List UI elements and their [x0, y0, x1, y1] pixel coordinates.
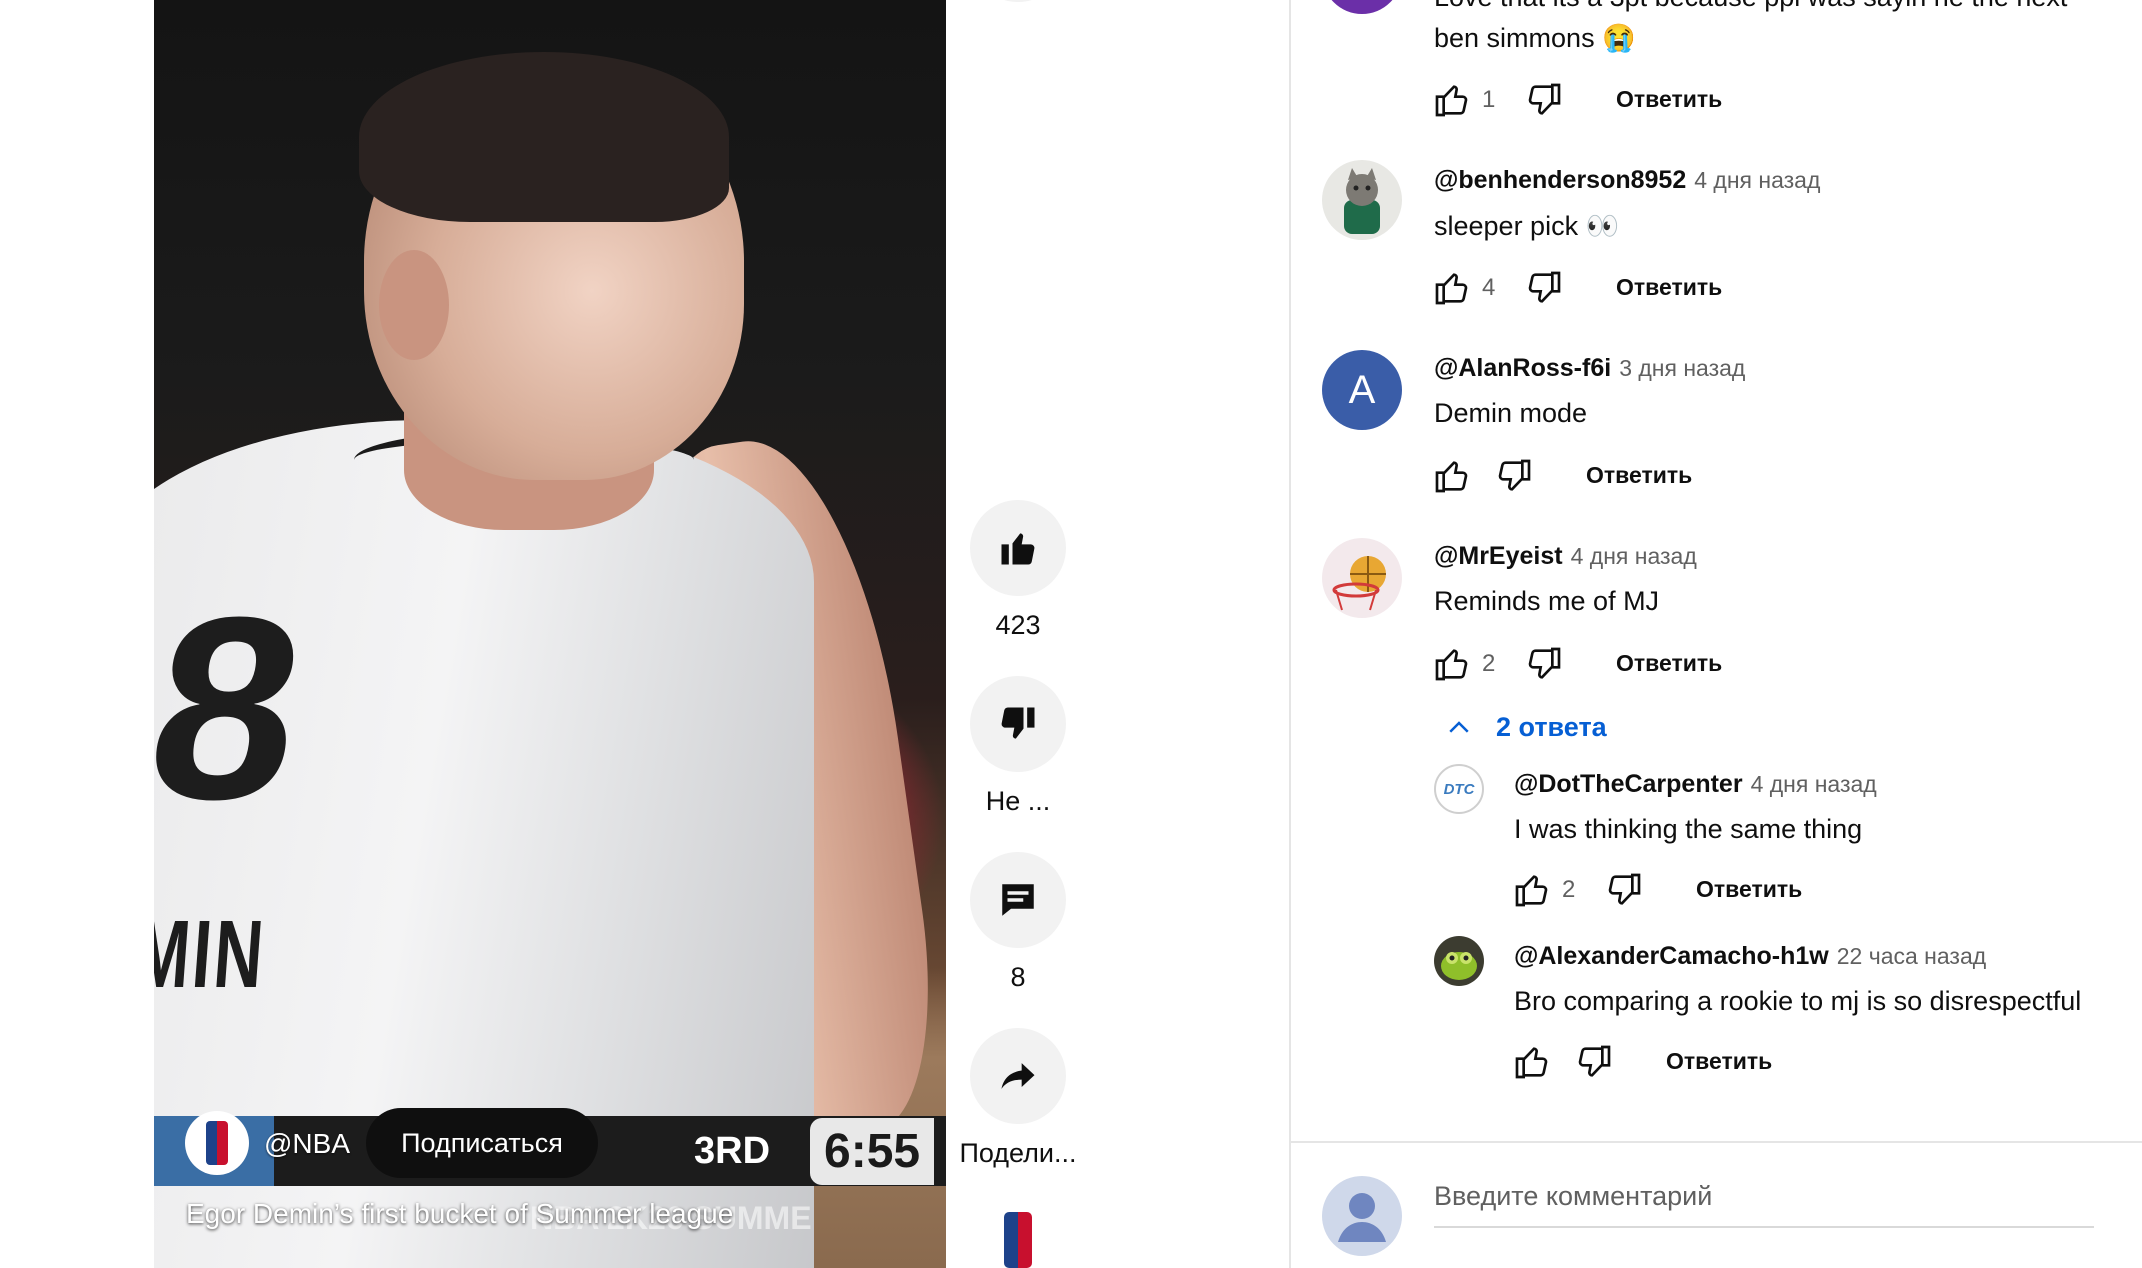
player-ear — [379, 250, 449, 360]
like-count: 423 — [995, 610, 1041, 640]
jersey-name: MIN — [154, 901, 270, 1008]
thumb-up-icon[interactable] — [1432, 80, 1472, 120]
scoreboard-quarter: 3RD — [694, 1129, 771, 1172]
thumb-down-icon[interactable] — [1524, 268, 1564, 308]
comment-avatar[interactable] — [1322, 160, 1402, 240]
share-arrow-icon — [1001, 1063, 1035, 1089]
reply-button[interactable]: Ответить — [1666, 1048, 1772, 1075]
thumb-down-icon[interactable] — [1574, 1042, 1614, 1082]
channel-avatar[interactable] — [185, 1111, 249, 1175]
comment-text-line1: Love that its a 3pt because ppl was sayi… — [1434, 0, 2067, 13]
comment-icon — [1002, 884, 1034, 916]
replies-count-label: 2 ответа — [1496, 712, 1607, 742]
nba-logo-icon — [206, 1121, 228, 1165]
comment-like-count: 1 — [1482, 86, 1496, 113]
thumb-down-icon[interactable] — [1524, 644, 1564, 684]
comment-author[interactable]: @AlanRoss-f6i 3 дня назад — [1434, 354, 1745, 383]
comment-text: sleeper pick 👀 — [1434, 211, 1620, 241]
comments-count: 8 — [1010, 962, 1026, 992]
channel-name[interactable]: @NBA — [264, 1128, 350, 1160]
comment-avatar[interactable] — [1322, 0, 1402, 14]
reply-time: 4 дня назад — [1750, 771, 1877, 797]
share-button[interactable] — [970, 1028, 1066, 1124]
chevron-up-icon — [1449, 720, 1469, 733]
reply-like-count: 2 — [1562, 876, 1576, 903]
comment-text: Demin mode — [1434, 398, 1588, 428]
reply-button[interactable]: Ответить — [1696, 876, 1802, 903]
thumb-down-icon[interactable] — [1494, 456, 1534, 496]
comment-author[interactable]: @benhenderson8952 4 дня назад — [1434, 166, 1820, 195]
comment-avatar[interactable] — [1322, 538, 1402, 618]
reply-text: I was thinking the same thing — [1514, 814, 1863, 844]
comment-input[interactable] — [1434, 1170, 2094, 1222]
player-hair — [359, 52, 729, 222]
thumb-up-icon[interactable] — [1432, 268, 1472, 308]
crying-emoji-icon: 😭 — [1602, 23, 1636, 53]
thumb-down-icon[interactable] — [1604, 870, 1644, 910]
thumb-up-icon[interactable] — [1512, 870, 1552, 910]
thumb-up-filled-icon — [1001, 533, 1035, 565]
reply-button[interactable]: Ответить — [1616, 274, 1722, 301]
dtc-avatar-text: DTC — [1443, 780, 1475, 798]
basketball-hoop-avatar-icon — [1332, 556, 1386, 611]
panel-divider — [1289, 0, 1291, 1268]
comment-avatar-letter[interactable]: A — [1322, 350, 1402, 430]
replies-toggle-button[interactable]: 2 ответа — [1444, 712, 1607, 743]
video-title[interactable]: Egor Demin’s first bucket of Summer leag… — [186, 1198, 733, 1230]
avatar-letter: A — [1348, 367, 1376, 412]
subscribe-button[interactable]: Подписаться — [366, 1108, 598, 1178]
comment-time: 3 дня назад — [1619, 355, 1746, 381]
share-label: Подели... — [959, 1138, 1077, 1168]
reply-text: Bro comparing a rookie to mj is so disre… — [1514, 986, 2082, 1016]
comment-time: 4 дня назад — [1570, 543, 1697, 569]
user-icon — [1338, 1193, 1386, 1242]
comment-author[interactable]: @MrEyeist 4 дня назад — [1434, 542, 1697, 571]
video-player[interactable]: 8 MIN 3RD 6:55 — [154, 0, 946, 1268]
reply-avatar[interactable] — [1434, 936, 1484, 986]
reply-button[interactable]: Ответить — [1586, 462, 1692, 489]
dislike-button[interactable] — [970, 676, 1066, 772]
channel-logo-icon[interactable] — [1004, 1212, 1032, 1268]
reply-avatar[interactable]: DTC — [1434, 764, 1484, 814]
comment-text-line2: ben simmons 😭 — [1434, 23, 1636, 53]
comment-text: Reminds me of MJ — [1434, 586, 1660, 616]
current-user-avatar[interactable] — [1322, 1176, 1402, 1256]
comment-like-count: 4 — [1482, 274, 1496, 301]
reply-time: 22 часа назад — [1836, 943, 1987, 969]
thumb-down-filled-icon — [1001, 707, 1035, 739]
reply-author[interactable]: @DotTheCarpenter 4 дня назад — [1514, 770, 1877, 799]
reply-button[interactable]: Ответить — [1616, 86, 1722, 113]
comment-input-wrapper — [1434, 1170, 2094, 1228]
comments-button[interactable] — [970, 852, 1066, 948]
green-creature-avatar-icon — [1441, 952, 1477, 980]
reply-author[interactable]: @AlexanderCamacho-h1w 22 часа назад — [1514, 942, 1986, 971]
dislike-label: Не ... — [985, 786, 1051, 816]
thumb-up-icon[interactable] — [1512, 1042, 1552, 1082]
more-actions-button[interactable] — [970, 0, 1066, 2]
comment-like-count: 2 — [1482, 650, 1496, 677]
comment-input-divider — [1291, 1141, 2142, 1143]
comment-time: 4 дня назад — [1694, 167, 1821, 193]
thumb-down-icon[interactable] — [1524, 80, 1564, 120]
thumb-up-icon[interactable] — [1432, 644, 1472, 684]
cat-avatar-icon — [1344, 168, 1380, 234]
thumb-up-icon[interactable] — [1432, 456, 1472, 496]
like-button[interactable] — [970, 500, 1066, 596]
reply-button[interactable]: Ответить — [1616, 650, 1722, 677]
scoreboard-clock: 6:55 — [810, 1117, 935, 1185]
